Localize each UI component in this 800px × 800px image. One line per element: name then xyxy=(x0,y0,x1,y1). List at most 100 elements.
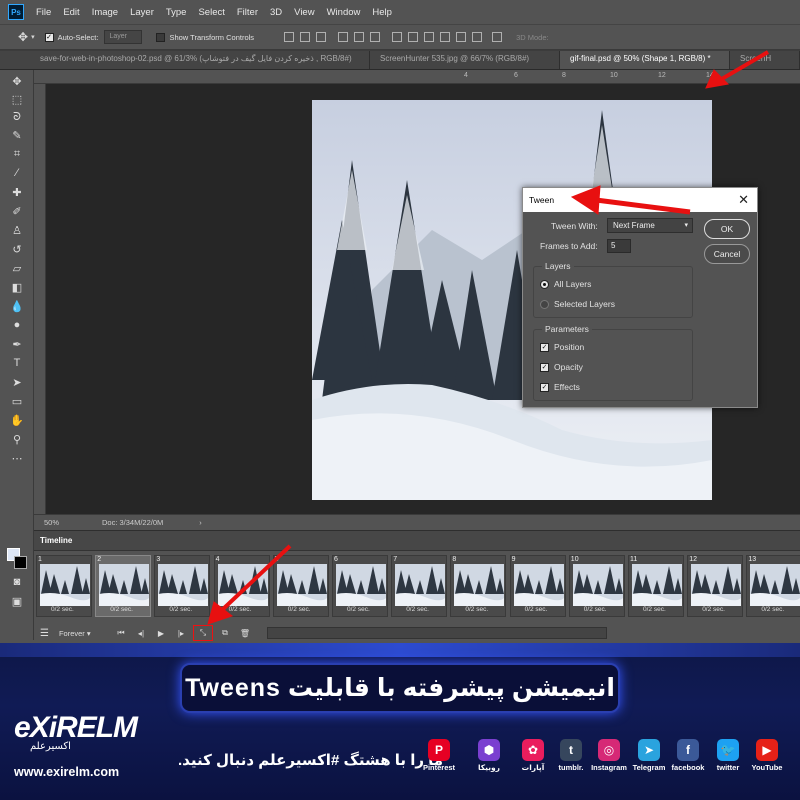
position-checkbox[interactable]: ✓ xyxy=(540,343,549,352)
tab-screenhunter-2[interactable]: ScreenH xyxy=(730,51,800,69)
menu-layer[interactable]: Layer xyxy=(130,7,154,18)
menu-3d[interactable]: 3D xyxy=(270,7,282,18)
lasso-tool-icon[interactable]: ᘐ xyxy=(8,110,26,124)
distribute-left-icon[interactable] xyxy=(440,32,451,42)
menu-view[interactable]: View xyxy=(294,7,314,18)
status-chevron-icon[interactable]: › xyxy=(199,518,202,527)
quick-mask-icon[interactable]: ◙ xyxy=(8,575,26,589)
duplicate-frame-icon[interactable]: ⧉ xyxy=(217,626,233,640)
first-frame-icon[interactable]: ⏮ xyxy=(113,626,129,640)
timeline-frame[interactable]: 7 0/2 sec. xyxy=(391,555,448,617)
timeline-frame[interactable]: 1 0/2 sec. xyxy=(36,555,92,617)
close-icon[interactable]: ✕ xyxy=(738,192,749,208)
menu-image[interactable]: Image xyxy=(92,7,118,18)
opacity-checkbox[interactable]: ✓ xyxy=(540,363,549,372)
frame-delay[interactable]: 0/2 sec. xyxy=(465,606,488,613)
distribute-middle-icon[interactable] xyxy=(408,32,419,42)
brush-tool-icon[interactable]: ✐ xyxy=(8,204,26,218)
frame-delay[interactable]: 0/2 sec. xyxy=(169,606,192,613)
history-brush-icon[interactable]: ↺ xyxy=(8,242,26,256)
frame-delay[interactable]: 0/2 sec. xyxy=(525,606,548,613)
menu-filter[interactable]: Filter xyxy=(237,7,258,18)
timeline-frame[interactable]: 6 0/2 sec. xyxy=(332,555,388,617)
selected-layers-label[interactable]: Selected Layers xyxy=(554,299,615,309)
frame-delay[interactable]: 0/2 sec. xyxy=(702,606,725,613)
frame-delay[interactable]: 0/2 sec. xyxy=(406,606,429,613)
timeline-frame[interactable]: 2 0/2 sec. xyxy=(95,555,152,617)
social-link[interactable]: ◎ Instagram xyxy=(591,739,627,772)
background-color-swatch[interactable] xyxy=(14,556,27,569)
frame-delay[interactable]: 0/2 sec. xyxy=(229,606,252,613)
next-frame-icon[interactable]: |▸ xyxy=(173,626,189,640)
eraser-tool-icon[interactable]: ▱ xyxy=(8,261,26,275)
social-link[interactable]: ➤ Telegram xyxy=(633,739,665,772)
social-link[interactable]: t tumblr. xyxy=(556,739,586,772)
type-tool-icon[interactable]: T xyxy=(8,356,26,370)
document-canvas[interactable]: Tween ✕ Tween With: Next Frame ▾ Frames … xyxy=(46,84,800,514)
auto-select-checkbox[interactable]: ✓ xyxy=(44,32,54,42)
timeline-frame[interactable]: 4 0/2 sec. xyxy=(213,555,270,617)
distribute-bottom-icon[interactable] xyxy=(424,32,435,42)
social-link[interactable]: f facebook xyxy=(672,739,704,772)
timeline-frame[interactable]: 13 0/2 sec. xyxy=(746,555,800,617)
frame-delay[interactable]: 0/2 sec. xyxy=(347,606,370,613)
timeline-frame[interactable]: 5 0/2 sec. xyxy=(272,555,329,617)
timeline-frame[interactable]: 8 0/2 sec. xyxy=(450,555,507,617)
frame-delay[interactable]: 0/2 sec. xyxy=(51,606,74,613)
opacity-label[interactable]: Opacity xyxy=(554,362,583,372)
more-tools-icon[interactable]: ⋯ xyxy=(8,451,26,465)
align-right-icon[interactable] xyxy=(370,32,381,42)
social-link[interactable]: ⬢ روبیکا xyxy=(474,739,504,772)
social-link[interactable]: ▶ YouTube xyxy=(752,739,782,772)
frame-delay[interactable]: 0/2 sec. xyxy=(584,606,607,613)
loop-dropdown[interactable]: Forever ▾ xyxy=(59,629,107,638)
website-url[interactable]: www.exirelm.com xyxy=(14,765,119,779)
rectangle-tool-icon[interactable]: ▭ xyxy=(8,394,26,408)
crop-tool-icon[interactable]: ⌗ xyxy=(8,147,26,161)
social-link[interactable]: P Pinterest xyxy=(423,739,455,772)
previous-frame-icon[interactable]: ◂| xyxy=(133,626,149,640)
menu-help[interactable]: Help xyxy=(372,7,392,18)
distribute-top-icon[interactable] xyxy=(392,32,403,42)
zoom-tool-icon[interactable]: ⚲ xyxy=(8,432,26,446)
cancel-button[interactable]: Cancel xyxy=(704,244,750,264)
tween-with-dropdown[interactable]: Next Frame ▾ xyxy=(607,218,693,233)
menu-edit[interactable]: Edit xyxy=(63,7,79,18)
move-tool-icon[interactable]: ✥ xyxy=(18,30,28,44)
delete-frame-icon[interactable]: 🗑 xyxy=(237,626,253,640)
frame-delay[interactable]: 0/2 sec. xyxy=(761,606,784,613)
social-link[interactable]: 🐦 twitter xyxy=(713,739,743,772)
menu-window[interactable]: Window xyxy=(327,7,361,18)
timeline-frame[interactable]: 10 0/2 sec. xyxy=(568,555,625,617)
zoom-level[interactable]: 50% xyxy=(44,518,102,527)
tab-gif-final[interactable]: gif-final.psd @ 50% (Shape 1, RGB/8) * xyxy=(560,51,730,69)
align-bottom-icon[interactable] xyxy=(316,32,327,42)
all-layers-radio[interactable] xyxy=(540,280,549,289)
tab-screenhunter[interactable]: ScreenHunter 535.jpg @ 66/7% (RGB/8#) xyxy=(370,51,560,69)
timeline-menu-icon[interactable]: ☰ xyxy=(40,628,49,639)
align-middle-icon[interactable] xyxy=(300,32,311,42)
ok-button[interactable]: OK xyxy=(704,219,750,239)
play-icon[interactable]: ▶ xyxy=(153,626,169,640)
distribute-center-icon[interactable] xyxy=(456,32,467,42)
pen-tool-icon[interactable]: ✒ xyxy=(8,337,26,351)
frames-to-add-input[interactable]: 5 xyxy=(607,239,631,253)
align-center-icon[interactable] xyxy=(354,32,365,42)
timeline-frame[interactable]: 9 0/2 sec. xyxy=(509,555,566,617)
eyedropper-tool-icon[interactable]: ⁄ xyxy=(8,166,26,180)
move-tool-icon[interactable]: ✥ xyxy=(8,74,26,88)
menu-file[interactable]: File xyxy=(36,7,51,18)
timeline-scrollbar[interactable] xyxy=(266,627,607,639)
dodge-tool-icon[interactable]: ● xyxy=(8,318,26,332)
auto-select-dropdown[interactable]: Layer xyxy=(104,30,143,44)
frame-delay[interactable]: 0/2 sec. xyxy=(643,606,666,613)
tween-icon[interactable]: ⤡ xyxy=(192,625,213,641)
paint-bucket-icon[interactable]: ◧ xyxy=(8,280,26,294)
all-layers-label[interactable]: All Layers xyxy=(554,279,591,289)
selected-layers-radio[interactable] xyxy=(540,300,549,309)
tab-save-for-web[interactable]: save-for-web-in-photoshop-02.psd @ 61/3%… xyxy=(0,51,370,69)
position-label[interactable]: Position xyxy=(554,342,584,352)
effects-label[interactable]: Effects xyxy=(554,382,580,392)
clone-stamp-icon[interactable]: ♙ xyxy=(8,223,26,237)
marquee-tool-icon[interactable]: ⬚ xyxy=(8,92,26,106)
